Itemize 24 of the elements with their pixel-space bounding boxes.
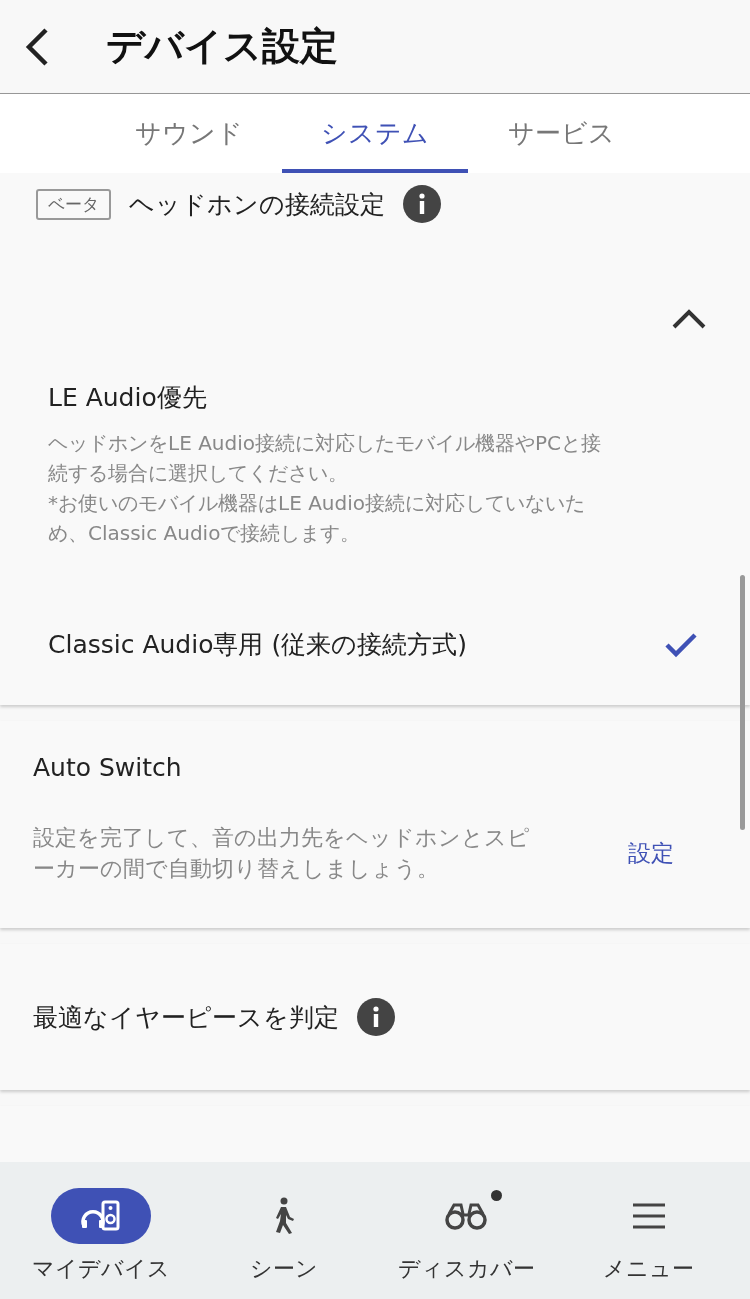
- settings-link[interactable]: 設定: [622, 836, 680, 870]
- section-title: ヘッドホンの接続設定: [129, 188, 385, 221]
- auto-switch-title: Auto Switch: [33, 753, 182, 782]
- option-label: LE Audio優先: [48, 382, 208, 414]
- earpiece-title: 最適なイヤーピースを判定: [33, 1001, 339, 1034]
- option-label: Classic Audio専用 (従来の接続方式): [48, 629, 467, 661]
- binoculars-icon: [444, 1201, 489, 1231]
- nav-tab[interactable]: ディスカバー: [381, 1162, 552, 1299]
- menu-icon: [631, 1203, 666, 1229]
- tab[interactable]: サウンド: [96, 94, 282, 173]
- chevron-icon: [672, 309, 706, 329]
- option-row[interactable]: Classic Audio専用 (従来の接続方式): [0, 548, 750, 705]
- back-chevron-icon: [24, 26, 50, 67]
- beta-badge: ベータ: [36, 188, 111, 220]
- nav-tab[interactable]: シーン: [198, 1162, 369, 1299]
- auto-switch-description: 設定を完了して、音の出力先をヘッドホンとスピーカーの間で自動切り替えしましょう。: [33, 824, 531, 883]
- option-row[interactable]: LE Audio優先 ヘッドホンをLE Audio接続に対応したモバイル機器やPCと接続する場合に選択してください。 *お使いのモバイル機器はLE Audio接続に対応していないため、Classic Audioで接続します。: [0, 333, 750, 548]
- nav-tab[interactable]: メニュー: [563, 1162, 734, 1299]
- tab[interactable]: サービス: [468, 94, 654, 173]
- option-description: ヘッドホンをLE Audio接続に対応したモバイル機器やPCと接続する場合に選択してください。 *お使いのモバイル機器はLE Audio接続に対応していないため、Classic Audioで接続します。: [48, 430, 602, 547]
- info-icon[interactable]: [357, 998, 395, 1036]
- page-title: デバイス設定: [106, 23, 338, 70]
- nav-tab[interactable]: マイデバイス: [16, 1162, 187, 1299]
- info-icon[interactable]: [403, 185, 441, 223]
